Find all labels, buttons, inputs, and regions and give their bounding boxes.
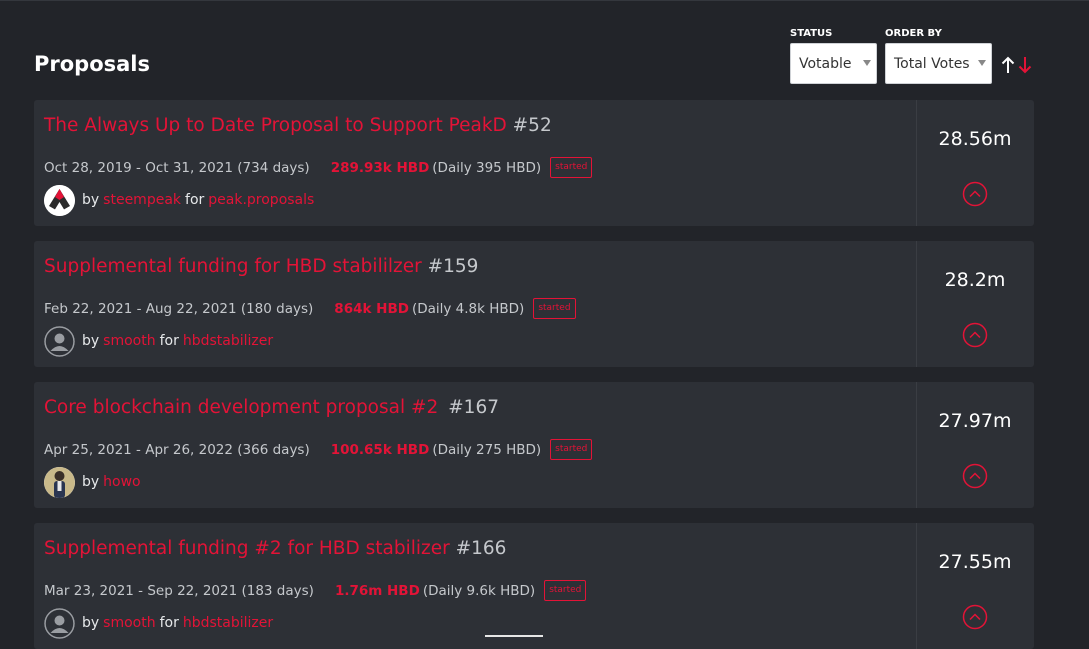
card-divider	[916, 523, 917, 649]
peakd-logo-icon	[44, 184, 75, 216]
receiver-link[interactable]: hbdstabilizer	[183, 615, 273, 631]
status-select-value: Votable	[799, 56, 852, 72]
receiver-link[interactable]: peak.proposals	[208, 192, 314, 208]
proposal-byline: by howo	[44, 466, 141, 498]
total-votes: 27.55m	[938, 551, 1012, 573]
proposal-dates: Apr 25, 2021 - Apr 26, 2022 (366 days)	[44, 441, 310, 458]
upvote-icon[interactable]	[962, 463, 988, 489]
proposal-amount: 864k HBD	[334, 300, 409, 317]
card-divider	[916, 382, 917, 508]
proposal-dates: Mar 23, 2021 - Sep 22, 2021 (183 days)	[44, 582, 314, 599]
status-badge: started	[533, 298, 576, 319]
proposal-title[interactable]: Supplemental funding for HBD stabililzer…	[44, 256, 478, 277]
page-title: Proposals	[34, 52, 151, 76]
proposal-title[interactable]: Supplemental funding #2 for HBD stabiliz…	[44, 538, 506, 559]
proposal-title[interactable]: Core blockchain development proposal #2 …	[44, 397, 499, 418]
proposal-card: Core blockchain development proposal #2 …	[34, 382, 1034, 508]
by-label: by	[82, 474, 100, 490]
receiver-link[interactable]: hbdstabilizer	[183, 333, 273, 349]
status-badge: started	[550, 439, 593, 460]
creator-link[interactable]: steempeak	[103, 192, 181, 208]
creator-link[interactable]: smooth	[103, 333, 155, 349]
total-votes: 28.56m	[938, 128, 1012, 150]
by-label: by	[82, 333, 100, 349]
default-user-icon	[44, 325, 75, 357]
card-divider	[916, 100, 917, 226]
creator-link[interactable]: howo	[103, 474, 140, 490]
proposal-meta: Oct 28, 2019 - Oct 31, 2021 (734 days) 2…	[44, 157, 593, 178]
for-label: for	[185, 192, 205, 208]
proposal-byline: by smooth for hbdstabilizer	[44, 325, 273, 357]
proposal-meta: Apr 25, 2021 - Apr 26, 2022 (366 days) 1…	[44, 439, 593, 460]
by-label: by	[82, 615, 100, 631]
proposal-byline: by steempeak for peak.proposals	[44, 184, 314, 216]
proposal-title-text[interactable]: Supplemental funding #2 for HBD stabiliz…	[44, 538, 450, 559]
for-label: for	[159, 333, 179, 349]
avatar[interactable]	[44, 325, 75, 357]
order-filter-label: ORDER BY	[885, 28, 942, 39]
status-badge: started	[550, 157, 593, 178]
sort-ascending-icon[interactable]	[1001, 56, 1015, 74]
avatar[interactable]	[44, 184, 75, 216]
proposal-amount: 289.93k HBD	[330, 159, 430, 176]
proposal-dates: Oct 28, 2019 - Oct 31, 2021 (734 days)	[44, 159, 310, 176]
proposal-title-text[interactable]: The Always Up to Date Proposal to Suppor…	[44, 115, 507, 136]
proposal-card: Supplemental funding for HBD stabililzer…	[34, 241, 1034, 367]
proposal-dates: Feb 22, 2021 - Aug 22, 2021 (180 days)	[44, 300, 314, 317]
creator-link[interactable]: smooth	[103, 615, 155, 631]
proposal-title-text[interactable]: Core blockchain development proposal #2	[44, 397, 438, 418]
proposal-daily: (Daily 275 HBD)	[432, 441, 542, 458]
proposal-number: #167	[448, 397, 499, 418]
proposal-title[interactable]: The Always Up to Date Proposal to Suppor…	[44, 115, 552, 136]
proposal-number: #159	[427, 256, 479, 277]
proposal-daily: (Daily 395 HBD)	[432, 159, 542, 176]
upvote-icon[interactable]	[962, 604, 988, 630]
proposal-daily: (Daily 4.8k HBD)	[411, 300, 525, 317]
status-badge: started	[544, 580, 587, 601]
avatar[interactable]	[44, 607, 75, 639]
proposal-amount: 100.65k HBD	[330, 441, 430, 458]
card-divider	[916, 241, 917, 367]
avatar[interactable]	[44, 466, 75, 498]
proposal-number: #166	[455, 538, 507, 559]
proposal-number: #52	[512, 115, 552, 136]
default-user-icon	[44, 607, 75, 639]
total-votes: 28.2m	[944, 269, 1006, 291]
by-label: by	[82, 192, 100, 208]
proposal-title-text[interactable]: Supplemental funding for HBD stabililzer	[44, 256, 422, 277]
user-photo-icon	[44, 466, 75, 498]
proposal-card: Supplemental funding #2 for HBD stabiliz…	[34, 523, 1034, 649]
proposal-meta: Feb 22, 2021 - Aug 22, 2021 (180 days) 8…	[44, 298, 576, 319]
proposal-amount: 1.76m HBD	[334, 582, 420, 599]
order-select[interactable]: Total Votes	[885, 43, 992, 84]
top-divider	[0, 0, 1089, 1]
chevron-down-icon	[863, 60, 871, 66]
sort-descending-icon[interactable]	[1018, 56, 1032, 74]
proposal-meta: Mar 23, 2021 - Sep 22, 2021 (183 days) 1…	[44, 580, 587, 601]
order-select-value: Total Votes	[894, 56, 970, 72]
status-select[interactable]: Votable	[790, 43, 877, 84]
chevron-down-icon	[978, 60, 986, 66]
total-votes: 27.97m	[938, 410, 1012, 432]
proposal-card: The Always Up to Date Proposal to Suppor…	[34, 100, 1034, 226]
proposal-daily: (Daily 9.6k HBD)	[422, 582, 536, 599]
upvote-icon[interactable]	[962, 322, 988, 348]
proposal-byline: by smooth for hbdstabilizer	[44, 607, 273, 639]
for-label: for	[159, 615, 179, 631]
upvote-icon[interactable]	[962, 181, 988, 207]
status-filter-label: STATUS	[790, 28, 833, 39]
